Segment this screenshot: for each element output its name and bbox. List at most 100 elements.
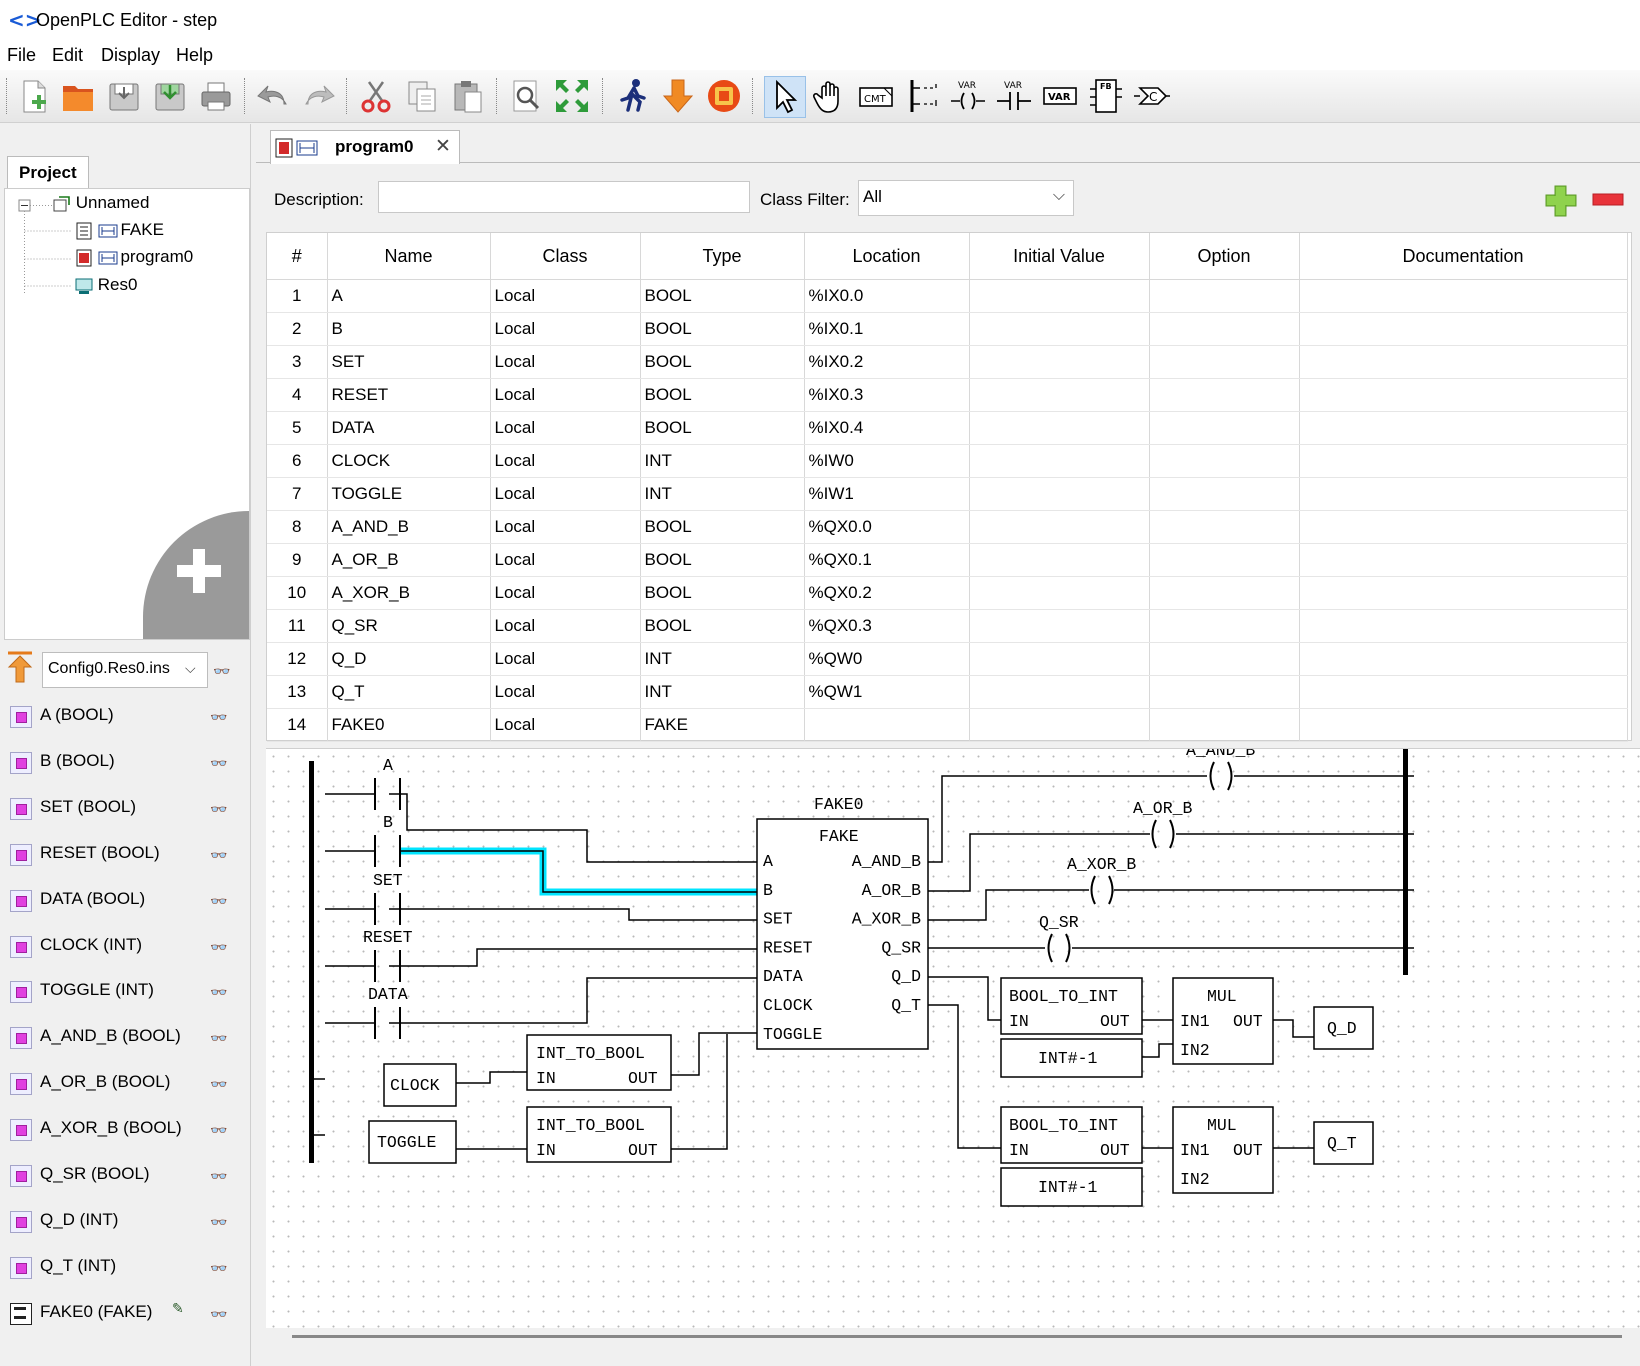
debug-variable-row[interactable]: A_XOR_B (BOOL) 👓	[0, 1105, 250, 1153]
tree-item-fake[interactable]: FAKE	[75, 220, 164, 240]
debug-glasses-icon[interactable]: 👓	[210, 1215, 227, 1231]
column-header[interactable]: Option	[1149, 233, 1300, 280]
table-row[interactable]: 2 B Local BOOL %IX0.1	[267, 312, 1628, 346]
table-cell[interactable]	[969, 510, 1150, 544]
table-cell[interactable]	[1149, 543, 1300, 577]
table-cell[interactable]	[1149, 312, 1300, 346]
table-cell[interactable]: INT	[640, 444, 805, 478]
mul-block-2[interactable]: MUL IN1 OUT IN2	[1172, 1106, 1274, 1194]
table-cell[interactable]	[1299, 675, 1628, 709]
print-icon[interactable]	[196, 76, 236, 116]
table-cell[interactable]	[1149, 675, 1300, 709]
table-cell[interactable]: %QX0.0	[804, 510, 970, 544]
debug-variable-row[interactable]: Q_SR (BOOL) 👓	[0, 1151, 250, 1199]
debug-glasses-icon[interactable]: 👓	[210, 985, 227, 1001]
tab-program0[interactable]: program0 ✕	[270, 130, 460, 164]
table-cell[interactable]	[969, 609, 1150, 643]
table-cell[interactable]	[1299, 345, 1628, 379]
menu-file[interactable]: File	[7, 45, 36, 66]
table-cell[interactable]: 12	[267, 642, 328, 676]
table-cell[interactable]: DATA	[327, 411, 491, 445]
table-cell[interactable]: %QW0	[804, 642, 970, 676]
table-cell[interactable]: 2	[267, 312, 328, 346]
mul-block-1[interactable]: MUL IN1 OUT IN2	[1172, 977, 1274, 1065]
stop-plc-icon[interactable]	[704, 76, 744, 116]
select-pointer-icon[interactable]	[764, 76, 806, 118]
debug-variable-row[interactable]: A (BOOL) 👓	[0, 692, 250, 740]
table-cell[interactable]	[1149, 609, 1300, 643]
table-row[interactable]: 9 A_OR_B Local BOOL %QX0.1	[267, 543, 1628, 577]
remove-variable-button[interactable]	[1592, 192, 1624, 208]
table-cell[interactable]: INT	[640, 642, 805, 676]
table-cell[interactable]: 3	[267, 345, 328, 379]
table-cell[interactable]	[1149, 411, 1300, 445]
class-filter-select[interactable]: All ⌵	[858, 180, 1074, 216]
table-cell[interactable]: BOOL	[640, 543, 805, 577]
table-cell[interactable]: Local	[490, 411, 641, 445]
column-header[interactable]: Name	[327, 233, 491, 280]
connection-icon[interactable]: C	[1132, 76, 1172, 116]
left-power-rail[interactable]	[309, 761, 314, 1163]
search-icon[interactable]	[506, 76, 546, 116]
description-input[interactable]	[378, 181, 750, 213]
table-cell[interactable]	[804, 708, 970, 742]
table-cell[interactable]	[1149, 510, 1300, 544]
download-arrow-icon[interactable]	[658, 76, 698, 116]
table-cell[interactable]: Local	[490, 477, 641, 511]
table-cell[interactable]: BOOL	[640, 609, 805, 643]
table-cell[interactable]: 4	[267, 378, 328, 412]
table-row[interactable]: 1 A Local BOOL %IX0.0	[267, 279, 1628, 313]
table-cell[interactable]	[1299, 510, 1628, 544]
table-cell[interactable]: %IX0.1	[804, 312, 970, 346]
comment-icon[interactable]: CMT	[856, 76, 896, 116]
int-to-bool-block-2[interactable]: INT_TO_BOOL IN OUT	[526, 1106, 672, 1163]
run-icon[interactable]	[612, 76, 652, 116]
table-cell[interactable]: BOOL	[640, 510, 805, 544]
tree-item-unnamed[interactable]: Unnamed	[53, 193, 149, 213]
table-cell[interactable]	[969, 444, 1150, 478]
debug-variable-row[interactable]: CLOCK (INT) 👓	[0, 922, 250, 970]
bool-to-int-block-2[interactable]: BOOL_TO_INT IN OUT INT#-1	[1000, 1106, 1143, 1207]
table-cell[interactable]: 5	[267, 411, 328, 445]
table-row[interactable]: 11 Q_SR Local BOOL %QX0.3	[267, 609, 1628, 643]
contact-a[interactable]: A	[374, 756, 401, 810]
table-cell[interactable]: Local	[490, 609, 641, 643]
table-cell[interactable]: 1	[267, 279, 328, 313]
contact-data[interactable]: DATA	[368, 985, 408, 1039]
parent-instance-arrow-icon[interactable]	[5, 650, 35, 684]
table-cell[interactable]: Q_SR	[327, 609, 491, 643]
coil-q-sr[interactable]: Q_SR	[1039, 913, 1079, 963]
in-var-toggle[interactable]: TOGGLE	[368, 1120, 457, 1164]
debug-variable-row[interactable]: FAKE0 (FAKE) ✎ 👓	[0, 1289, 250, 1337]
table-cell[interactable]	[969, 543, 1150, 577]
table-cell[interactable]: BOOL	[640, 411, 805, 445]
table-cell[interactable]	[1299, 576, 1628, 610]
table-cell[interactable]: BOOL	[640, 345, 805, 379]
open-folder-icon[interactable]	[58, 76, 98, 116]
variable-icon[interactable]: VAR	[1040, 76, 1080, 116]
table-cell[interactable]	[969, 708, 1150, 742]
zoom-fit-icon[interactable]	[552, 76, 592, 116]
table-cell[interactable]: INT	[640, 477, 805, 511]
table-cell[interactable]: Local	[490, 642, 641, 676]
contact-set[interactable]: SET	[373, 871, 403, 925]
table-cell[interactable]: Local	[490, 543, 641, 577]
column-header[interactable]: Documentation	[1299, 233, 1628, 280]
menu-help[interactable]: Help	[176, 45, 213, 66]
add-pou-button[interactable]	[143, 511, 249, 639]
table-cell[interactable]: %IW1	[804, 477, 970, 511]
table-cell[interactable]: %QX0.3	[804, 609, 970, 643]
table-cell[interactable]: Local	[490, 312, 641, 346]
table-cell[interactable]: %IX0.3	[804, 378, 970, 412]
power-rail-icon[interactable]	[902, 76, 942, 116]
table-cell[interactable]: 8	[267, 510, 328, 544]
int-to-bool-block-1[interactable]: INT_TO_BOOL IN OUT	[526, 1034, 672, 1091]
add-variable-button[interactable]	[1544, 184, 1578, 218]
table-row[interactable]: 7 TOGGLE Local INT %IW1	[267, 477, 1628, 511]
table-cell[interactable]: %IX0.0	[804, 279, 970, 313]
table-cell[interactable]	[969, 576, 1150, 610]
debug-glasses-icon[interactable]: 👓	[210, 848, 227, 864]
table-cell[interactable]: %IW0	[804, 444, 970, 478]
table-cell[interactable]	[1299, 609, 1628, 643]
table-row[interactable]: 10 A_XOR_B Local BOOL %QX0.2	[267, 576, 1628, 610]
